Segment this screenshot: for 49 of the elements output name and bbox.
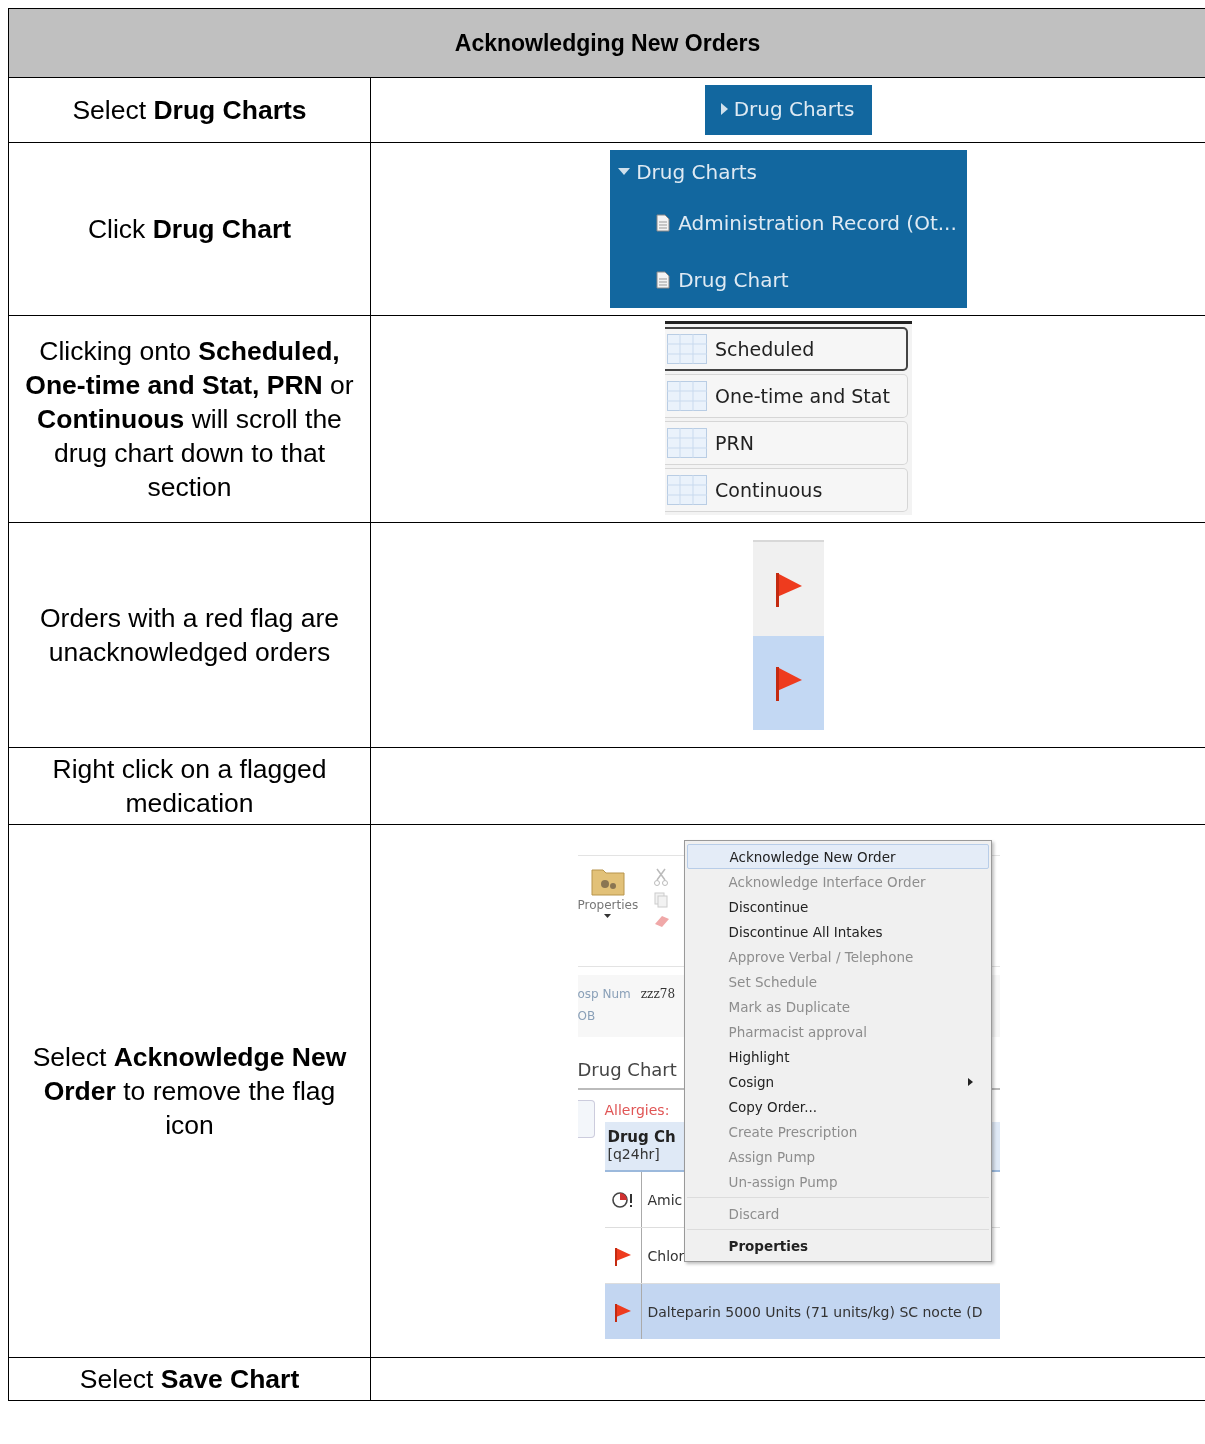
section-title: Drug Ch — [607, 1128, 676, 1146]
menu-item[interactable]: Discontinue All Intakes — [686, 919, 989, 944]
instruction-text: Orders with a red flag are unacknowledged orders — [39, 602, 340, 669]
order-name: Dalteparin 5000 Units (71 units/kg) SC nocte (D — [646, 1303, 983, 1320]
table-icon — [667, 475, 707, 505]
section-tab[interactable]: One-time and Stat — [665, 374, 908, 418]
side-tab[interactable] — [577, 1100, 595, 1138]
dropdown-caret-icon — [604, 914, 612, 918]
order-name: Amic — [646, 1191, 683, 1208]
clock-alert-icon — [611, 1190, 634, 1209]
field-value: zzz78 — [640, 987, 676, 1001]
document-icon — [656, 271, 671, 289]
flag-icon — [613, 1245, 632, 1266]
nav-item[interactable]: Administration Record (Ot... — [678, 211, 957, 235]
nav-item[interactable]: Drug Chart — [678, 268, 789, 292]
table-icon — [667, 334, 707, 364]
instruction-text: Select Acknowledge New Order to remove the flag icon — [31, 1041, 348, 1142]
copy-icon — [654, 892, 669, 908]
menu-item[interactable]: Acknowledge New Order — [686, 844, 989, 869]
field-label: OB — [577, 1009, 596, 1023]
menu-item[interactable]: Copy Order... — [686, 1094, 989, 1119]
menu-item[interactable]: Highlight — [686, 1044, 989, 1069]
order-row[interactable]: Dalteparin 5000 Units (71 units/kg) SC nocte (D — [604, 1284, 1000, 1339]
table-icon — [667, 381, 707, 411]
section-tab[interactable]: Continuous — [665, 468, 908, 512]
field-label: osp Num — [577, 987, 631, 1001]
properties-button[interactable]: Properties — [577, 866, 639, 966]
order-name: Chlor — [646, 1247, 685, 1264]
instruction-text: Click Drug Chart — [87, 213, 292, 246]
instruction-text: Clicking onto Scheduled, One-time and Stat, PRN or Continuous will scroll the drug chart down to that section — [24, 335, 355, 504]
menu-item[interactable]: Properties — [686, 1233, 989, 1258]
scissors-icon — [654, 868, 669, 886]
flag-icon — [613, 1301, 632, 1322]
table-icon — [667, 428, 707, 458]
nav-section-label[interactable]: Drug Charts — [636, 160, 757, 184]
instruction-text: Right click on a flagged medication — [51, 753, 328, 820]
section-tab[interactable]: PRN — [665, 421, 908, 465]
folder-gear-icon — [590, 866, 625, 896]
instruction-text: Select Save Chart — [79, 1363, 300, 1396]
menu-item[interactable]: Discontinue — [686, 894, 989, 919]
allergies-label: Allergies: — [604, 1101, 670, 1120]
table-title: Acknowledging New Orders — [9, 9, 1205, 78]
flag-icon — [773, 665, 804, 701]
instruction-text: Select Drug Charts — [72, 94, 307, 127]
section-frequency: [q24hr] — [607, 1146, 660, 1162]
document-icon — [656, 214, 671, 232]
section-tab[interactable]: Scheduled — [665, 327, 908, 371]
flag-icon — [773, 571, 804, 607]
eraser-icon — [654, 914, 671, 928]
